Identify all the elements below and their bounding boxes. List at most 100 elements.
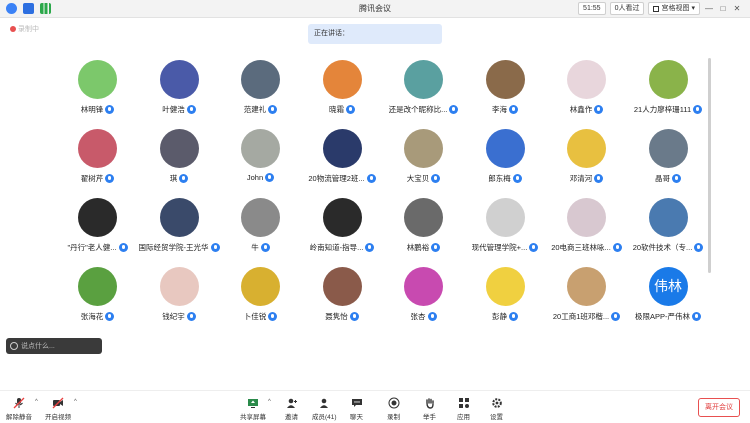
record-button[interactable]: 录制 <box>387 397 400 421</box>
participant-name: 晶哥 <box>655 174 670 183</box>
participant-tile[interactable]: 20物流管理2班... <box>302 129 383 197</box>
participant-tile[interactable]: 张海花 <box>57 267 138 335</box>
participant-tile[interactable]: 岭南知道-指导... <box>302 198 383 266</box>
avatar <box>648 60 688 99</box>
participant-name-row: 牛 <box>220 242 301 253</box>
microphone-icon <box>509 312 518 321</box>
microphone-icon <box>349 312 359 321</box>
participant-name-row: 21人力廖梓珊111 <box>628 104 709 115</box>
settings-button[interactable]: 设置 <box>490 397 503 421</box>
viewers-button[interactable]: 0人看过 <box>609 2 645 15</box>
participant-name-row: 20工商1班邓楷... <box>546 311 627 322</box>
leave-meeting-button[interactable]: 离开会议 <box>698 398 740 417</box>
participant-name: 岭南知道-指导... <box>309 243 364 252</box>
avatar-initials: 伟林 <box>654 278 682 294</box>
participant-tile[interactable]: 卜佳锐 <box>220 267 301 335</box>
participant-name: 李海 <box>492 105 507 114</box>
participant-tile[interactable]: 彭静 <box>465 267 546 335</box>
participant-name-row: 聂隽怡 <box>302 311 383 322</box>
chat-input[interactable]: 说点什么... <box>6 338 102 354</box>
participant-tile[interactable]: 21人力廖梓珊111 <box>628 60 709 128</box>
participant-tile[interactable]: 聂隽怡 <box>302 267 383 335</box>
avatar <box>404 198 443 237</box>
participant-tile[interactable]: 伟林极限APP-严伟林 <box>628 267 709 335</box>
participant-tile[interactable]: 林鑫作 <box>546 60 627 128</box>
invite-icon <box>286 397 298 409</box>
participant-tile[interactable]: 20软件技术（专... <box>628 198 709 266</box>
minimize-button[interactable]: — <box>704 3 714 14</box>
participant-name-row: 20物流管理2班... <box>302 173 383 184</box>
microphone-icon <box>105 312 115 321</box>
chat-button[interactable]: 聊天 <box>350 397 363 421</box>
microphone-icon <box>512 174 522 183</box>
participant-name: 极限APP-严伟林 <box>634 312 690 321</box>
invite-button[interactable]: 邀请 <box>285 397 298 421</box>
participant-tile[interactable]: 20电商三班林咏... <box>546 198 627 266</box>
mute-options-caret[interactable]: ^ <box>35 399 38 405</box>
participant-tile[interactable]: 邓清河 <box>546 129 627 197</box>
emoji-icon[interactable] <box>10 342 18 350</box>
microphone-icon <box>427 312 437 321</box>
participant-tile[interactable]: 范建礼 <box>220 60 301 128</box>
participant-name: 20物流管理2班... <box>308 174 365 183</box>
participant-tile[interactable]: 翟树芹 <box>57 129 138 197</box>
microphone-icon <box>692 312 701 321</box>
participant-name-row: 李海 <box>465 104 546 115</box>
participant-tile[interactable]: 晓霜 <box>302 60 383 128</box>
shield-icon[interactable] <box>23 3 34 14</box>
participant-name: 大宝贝 <box>406 174 430 183</box>
participant-name: 21人力廖梓珊111 <box>633 105 692 114</box>
microphone-icon <box>594 174 604 183</box>
participant-tile[interactable]: 琪 <box>139 129 220 197</box>
close-button[interactable]: ✕ <box>732 3 742 14</box>
microphone-icon <box>594 105 604 114</box>
video-button[interactable]: 开启视频 <box>45 397 71 421</box>
microphone-icon <box>431 243 441 252</box>
participant-name: 20软件技术（专... <box>632 243 693 252</box>
microphone-icon <box>431 174 441 183</box>
chat-bubble-icon <box>351 397 363 409</box>
microphone-icon <box>693 105 703 114</box>
participant-name: 翟树芹 <box>80 174 104 183</box>
microphone-icon <box>694 243 704 252</box>
avatar <box>159 129 199 168</box>
participant-tile[interactable]: 林鹏裕 <box>383 198 464 266</box>
participant-tile[interactable]: John <box>220 129 301 197</box>
participant-name-row: 翟树芹 <box>57 173 138 184</box>
participant-tile[interactable]: 晶哥 <box>628 129 709 197</box>
participant-tile[interactable]: 林明锋 <box>57 60 138 128</box>
participant-name-row: "丹行"老人健... <box>57 242 138 253</box>
participant-tile[interactable]: 现代管理学院+... <box>465 198 546 266</box>
participant-tile[interactable]: 还是改个昵称比... <box>383 60 464 128</box>
participant-tile[interactable]: 牛 <box>220 198 301 266</box>
avatar <box>159 60 199 99</box>
video-options-caret[interactable]: ^ <box>74 399 77 405</box>
participant-name: 邓清河 <box>569 174 593 183</box>
participant-tile[interactable]: 郎东梅 <box>465 129 546 197</box>
share-screen-button[interactable]: 共享屏幕 <box>240 397 266 421</box>
apps-button[interactable]: 应用 <box>457 397 470 421</box>
participant-tile[interactable]: 钱纪宇 <box>139 267 220 335</box>
participant-tile[interactable]: 国际经贸学院-王光华 <box>139 198 220 266</box>
participant-tile[interactable]: "丹行"老人健... <box>57 198 138 266</box>
participant-tile[interactable]: 李海 <box>465 60 546 128</box>
signal-icon[interactable] <box>40 3 51 14</box>
raise-hand-button[interactable]: 举手 <box>423 397 436 421</box>
view-mode-button[interactable]: 宫格视图 ▾ <box>648 2 700 15</box>
members-button[interactable]: 成员(41) <box>312 397 337 421</box>
participant-name-row: 林明锋 <box>57 104 138 115</box>
avatar <box>322 129 362 168</box>
participant-tile[interactable]: 叶健浩 <box>139 60 220 128</box>
mute-button[interactable]: 解除静音 <box>6 397 32 421</box>
participant-tile[interactable]: 张杏 <box>383 267 464 335</box>
maximize-button[interactable]: □ <box>718 3 728 14</box>
grid-scrollbar[interactable] <box>708 58 711 273</box>
microphone-icon <box>365 243 375 252</box>
share-options-caret[interactable]: ^ <box>268 399 271 405</box>
participant-tile[interactable]: 20工商1班邓楷... <box>546 267 627 335</box>
participant-tile[interactable]: 大宝贝 <box>383 129 464 197</box>
avatar <box>241 129 280 168</box>
avatar <box>567 198 606 237</box>
chat-label: 聊天 <box>350 414 363 421</box>
info-icon[interactable] <box>6 3 17 14</box>
